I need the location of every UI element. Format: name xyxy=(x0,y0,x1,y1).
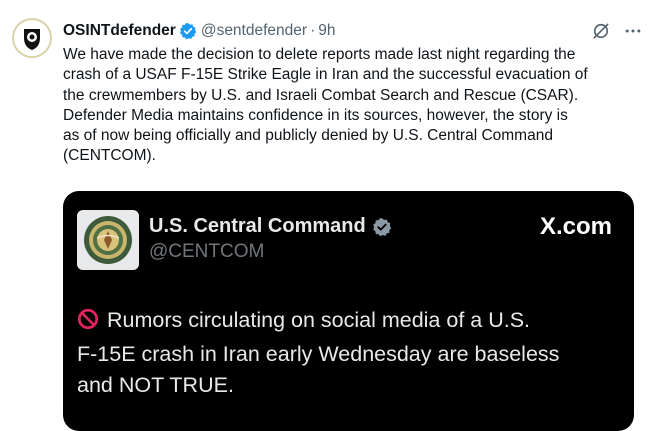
author-name[interactable]: OSINTdefender xyxy=(63,22,176,40)
embed-author-row: U.S. Central Command xyxy=(149,215,392,238)
no-entry-icon xyxy=(77,308,99,339)
x-com-label: X.com xyxy=(539,213,612,240)
avatar[interactable] xyxy=(12,18,52,58)
embed-author-handle: @CENTCOM xyxy=(149,241,265,262)
tweet-header: OSINTdefender @sentdefender · 9h xyxy=(63,20,644,42)
grok-icon[interactable] xyxy=(590,20,612,42)
embed-text: Rumors circulating on social media of a … xyxy=(77,305,617,401)
tweet-text: We have made the decision to delete repo… xyxy=(63,45,643,167)
tweet-text-line: We have made the decision to delete repo… xyxy=(63,46,576,63)
verified-badge-icon xyxy=(372,217,392,237)
separator-dot: · xyxy=(310,22,316,39)
embed-text-line: Rumors circulating on social media of a … xyxy=(77,305,617,339)
author-handle[interactable]: @sentdefender xyxy=(201,22,307,40)
embed-text-line: F-15E crash in Iran early Wednesday are … xyxy=(77,342,560,366)
header-actions xyxy=(590,20,644,42)
embedded-post-image[interactable]: U.S. Central Command @CENTCOM X.com Rumo… xyxy=(63,191,634,431)
embed-text-line: and NOT TRUE. xyxy=(77,373,234,397)
embed-author-name: U.S. Central Command xyxy=(149,215,366,237)
centcom-seal-icon xyxy=(77,210,139,270)
tweet: OSINTdefender @sentdefender · 9h We have… xyxy=(0,0,654,431)
tweet-text-line: crash of a USAF F-15E Strike Eagle in Ir… xyxy=(63,66,588,84)
tweet-text-line: (CENTCOM). xyxy=(63,147,156,165)
tweet-text-line: Defender Media maintains confidence in i… xyxy=(63,106,568,124)
tweet-text-line: the crewmembers by U.S. and Israeli Comb… xyxy=(63,86,579,104)
timestamp[interactable]: 9h xyxy=(318,22,335,40)
more-icon[interactable] xyxy=(622,20,644,42)
verified-badge-icon xyxy=(179,22,197,40)
osintdefender-logo-icon xyxy=(17,23,47,53)
tweet-text-line: as of now being officially and publicly … xyxy=(63,127,553,145)
embed-text-line-0: Rumors circulating on social media of a … xyxy=(107,308,531,332)
